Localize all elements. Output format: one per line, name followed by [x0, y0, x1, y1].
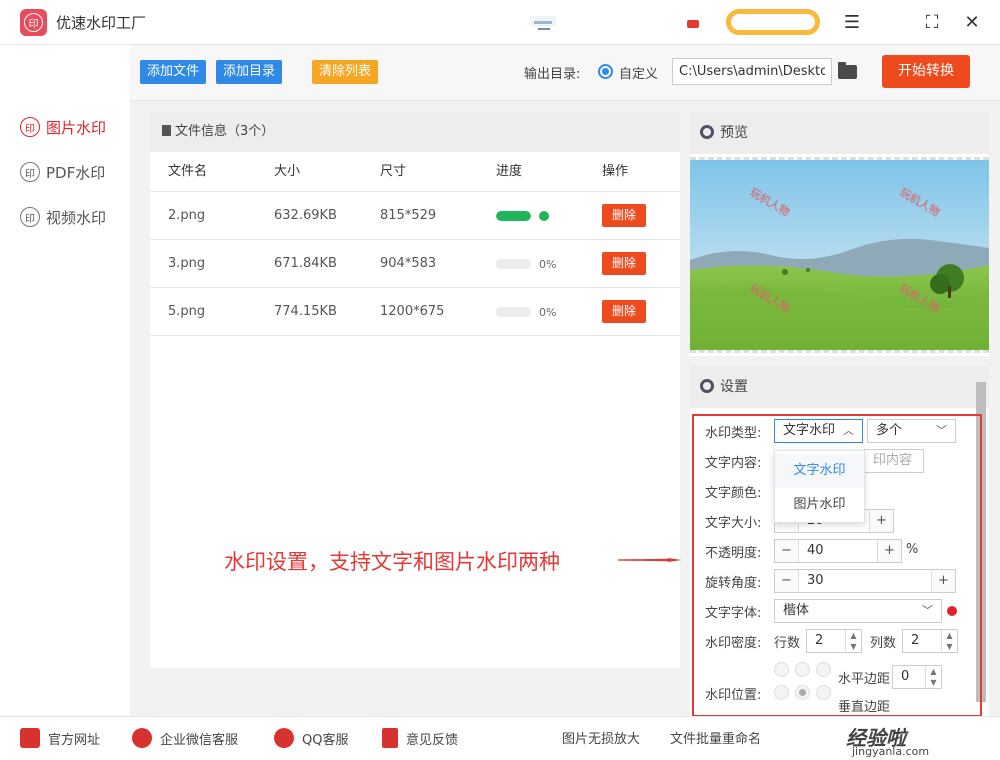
custom-dir-radio[interactable]: [598, 64, 613, 79]
footer-label: QQ客服: [302, 732, 349, 748]
progress-bar: [496, 211, 531, 221]
file-size: 632.69KB: [274, 208, 337, 223]
file-size: 671.84KB: [274, 256, 337, 271]
maximize-icon[interactable]: ⛶: [920, 10, 944, 34]
delete-button[interactable]: 删除: [602, 204, 646, 227]
table-header: 文件名 大小 尺寸 进度 操作: [150, 152, 680, 192]
footer: 官方网址 企业微信客服 QQ客服 意见反馈 图片无损放大 文件批量重命名 经验啦…: [0, 716, 1000, 760]
promo-icon[interactable]: [528, 12, 558, 34]
file-name: 2.png: [168, 208, 206, 223]
check-icon: [539, 211, 549, 221]
sidebar-item-label: PDF水印: [46, 163, 106, 182]
dropdown-option-image[interactable]: 图片水印: [775, 488, 864, 522]
qq-icon: [274, 728, 294, 748]
batch-rename-link[interactable]: 文件批量重命名: [670, 728, 761, 747]
settings-title: 设置: [720, 379, 748, 395]
output-dir-label: 输出目录:: [524, 67, 581, 82]
sidebar-item-image-watermark[interactable]: 印图片水印: [20, 115, 106, 139]
column-header: 进度: [496, 164, 523, 179]
start-convert-button[interactable]: 开始转换: [882, 55, 970, 88]
sidebar-item-video-watermark[interactable]: 印视频水印: [20, 205, 106, 229]
stamp-icon: 印: [20, 162, 40, 182]
sidebar-item-label: 图片水印: [46, 118, 107, 137]
app-title: 优速水印工厂: [56, 14, 147, 32]
app-logo-glyph: 印: [24, 13, 43, 32]
file-dims: 815*529: [380, 208, 437, 223]
delete-button[interactable]: 删除: [602, 252, 646, 275]
chat-icon: [132, 728, 152, 748]
annotation-text: 水印设置，支持文字和图片水印两种: [224, 550, 560, 574]
table-row: 3.png 671.84KB 904*583 0% 删除: [150, 240, 680, 288]
preview-header: 预览: [690, 112, 989, 154]
delete-button[interactable]: 删除: [602, 300, 646, 323]
folder-icon[interactable]: [838, 62, 857, 79]
brand-url: jingyanla.com: [852, 745, 930, 758]
sidebar: 印图片水印 印 PDF水印 印视频水印: [0, 45, 130, 715]
column-header: 尺寸: [380, 164, 407, 179]
app-logo: 印: [20, 9, 47, 36]
notification-icon[interactable]: [687, 20, 699, 28]
official-site-link[interactable]: 官方网址: [20, 728, 100, 748]
clear-list-button[interactable]: 清除列表: [312, 60, 379, 84]
add-file-button[interactable]: 添加文件: [140, 60, 207, 84]
preview-image: 玩机人物 玩机人物 玩机人物 玩机人物: [690, 157, 989, 353]
file-name: 3.png: [168, 256, 206, 271]
qq-support-link[interactable]: QQ客服: [274, 728, 348, 748]
column-header: 大小: [274, 164, 301, 179]
custom-dir-label[interactable]: 自定义: [619, 63, 658, 82]
document-icon: [162, 125, 171, 136]
table-row: 2.png 632.69KB 815*529 删除: [150, 192, 680, 240]
progress-percent: 0%: [539, 258, 557, 271]
stamp-icon: 印: [20, 207, 40, 227]
dropdown-option-text[interactable]: 文字水印: [775, 454, 864, 488]
annotation-arrow-icon: [618, 558, 682, 562]
file-name: 5.png: [168, 304, 206, 319]
stamp-icon: 印: [20, 117, 40, 137]
preview-title: 预览: [720, 125, 748, 141]
sidebar-item-pdf-watermark[interactable]: 印 PDF水印: [20, 160, 105, 184]
wechat-support-link[interactable]: 企业微信客服: [132, 728, 238, 748]
progress-bar: [496, 259, 531, 269]
watermark-type-dropdown: 文字水印 图片水印: [774, 450, 865, 523]
preview-panel: 预览 玩机人物 玩机人物 玩机人物 玩机人物: [690, 112, 989, 356]
pdf-icon: [382, 728, 398, 748]
add-directory-button[interactable]: 添加目录: [216, 60, 283, 84]
footer-label: 意见反馈: [406, 732, 459, 748]
progress-fill: [496, 211, 531, 221]
file-size: 774.15KB: [274, 304, 337, 319]
progress-bar: [496, 307, 531, 317]
file-info-title: 文件信息（3个）: [175, 124, 275, 139]
toolbar: 添加文件 添加目录 清除列表 输出目录: 自定义 开始转换: [130, 45, 1000, 101]
table-row: 5.png 774.15KB 1200*675 0% 删除: [150, 288, 680, 336]
output-path-input[interactable]: [672, 58, 832, 85]
file-dims: 904*583: [380, 256, 437, 271]
column-header: 文件名: [168, 164, 208, 179]
close-icon[interactable]: ✕: [960, 10, 984, 34]
column-header: 操作: [602, 164, 629, 179]
file-panel: 文件信息（3个） 文件名 大小 尺寸 进度 操作 2.png 632.69KB …: [150, 112, 680, 668]
progress-percent: 0%: [539, 306, 557, 319]
feedback-link[interactable]: 意见反馈: [382, 728, 458, 748]
gear-icon: [700, 379, 714, 393]
menu-icon[interactable]: ☰: [840, 10, 864, 34]
website-icon: [20, 728, 40, 748]
title-bar: 印 优速水印工厂 ☰ ⛶ ✕: [0, 0, 1000, 45]
file-dims: 1200*675: [380, 304, 445, 319]
file-panel-header: 文件信息（3个）: [150, 112, 680, 152]
lossless-enlarge-link[interactable]: 图片无损放大: [562, 728, 640, 747]
sidebar-item-label: 视频水印: [46, 208, 107, 227]
landscape-image: [690, 160, 989, 350]
footer-label: 企业微信客服: [160, 732, 239, 748]
footer-label: 官方网址: [48, 732, 101, 748]
promo-banner[interactable]: [726, 9, 820, 35]
gear-icon: [700, 125, 714, 139]
settings-header: 设置: [690, 366, 989, 408]
